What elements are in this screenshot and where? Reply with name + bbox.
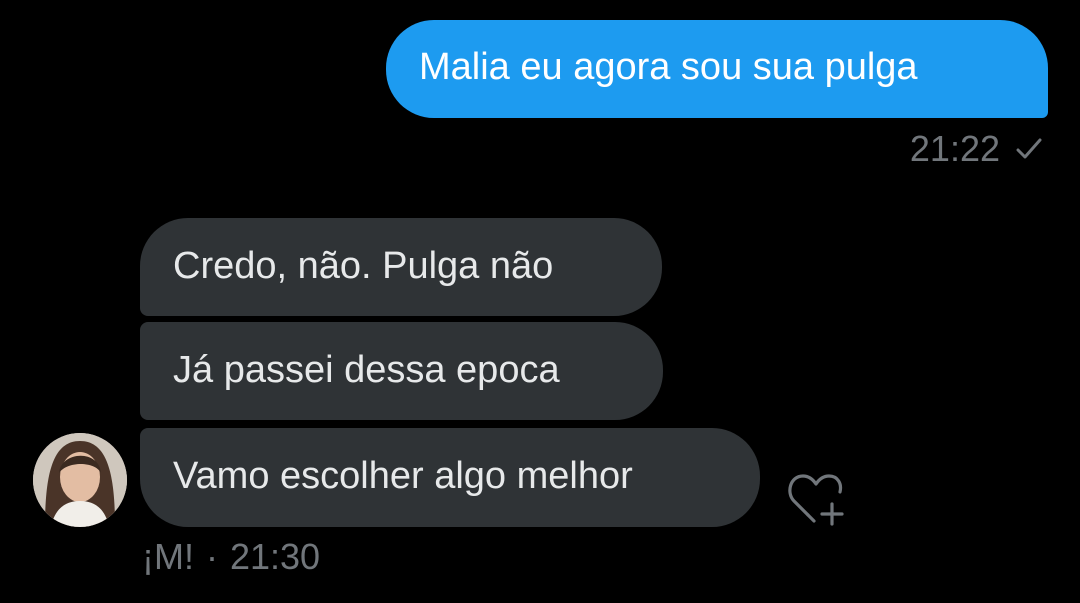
- received-message-bubble[interactable]: Já passei dessa epoca: [140, 322, 663, 420]
- meta-separator: ·: [205, 536, 218, 577]
- sender-name[interactable]: ¡M!: [142, 536, 194, 578]
- avatar[interactable]: [33, 433, 127, 527]
- received-message-text: Já passei dessa epoca: [173, 349, 560, 391]
- received-message-text: Credo, não. Pulga não: [173, 245, 554, 287]
- received-message-bubble[interactable]: Credo, não. Pulga não: [140, 218, 662, 316]
- sent-message-bubble[interactable]: Malia eu agora sou sua pulga: [386, 20, 1048, 118]
- check-icon: [1016, 138, 1042, 159]
- sent-message-text: Malia eu agora sou sua pulga: [419, 46, 918, 88]
- sent-message-meta: 21:22: [910, 127, 1044, 171]
- received-message-time: 21:30: [229, 536, 321, 577]
- add-reaction-heart-icon[interactable]: [786, 470, 850, 530]
- received-message-bubble[interactable]: Vamo escolher algo melhor: [140, 428, 760, 527]
- avatar-photo: [33, 433, 127, 527]
- received-message-text: Vamo escolher algo melhor: [173, 455, 633, 497]
- conversation-thread: Malia eu agora sou sua pulga 21:22 Credo…: [0, 0, 1080, 603]
- received-message-meta: ¡M! · 21:30: [142, 535, 320, 579]
- sent-message-time: 21:22: [909, 128, 1000, 169]
